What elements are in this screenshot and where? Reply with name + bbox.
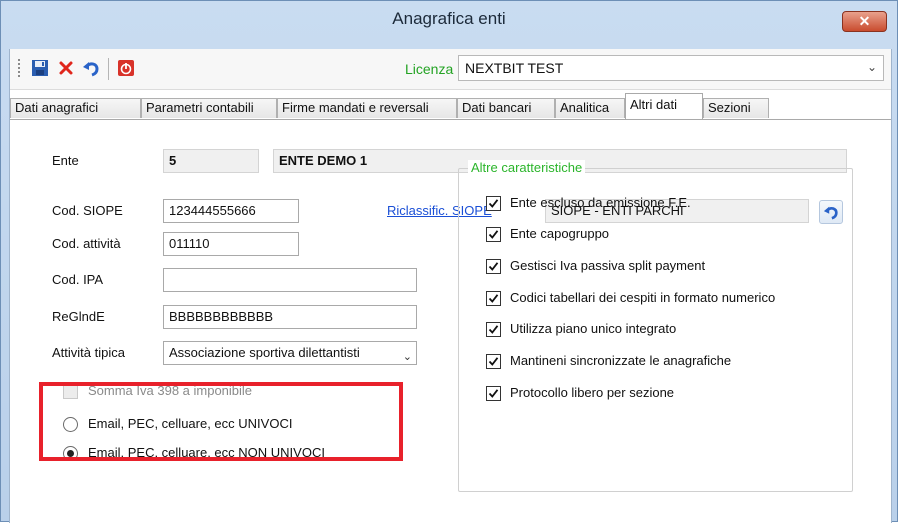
title-bar: Anagrafica enti ✕ <box>1 1 897 49</box>
checkbox-label-gestisci-iva-split[interactable]: Gestisci Iva passiva split payment <box>510 258 705 273</box>
toolbar: Licenza NEXTBIT TEST ⌄ <box>10 49 891 90</box>
checkmark-icon <box>488 230 499 239</box>
attivita-tipica-value: Associazione sportiva dilettantisti <box>169 345 360 360</box>
window-title: Anagrafica enti <box>392 9 506 28</box>
chevron-down-icon: ⌄ <box>866 60 877 74</box>
checkbox-sincronizzate-anagrafiche[interactable] <box>486 354 501 369</box>
window: Anagrafica enti ✕ Licenza NEXTBIT TEST ⌄ <box>0 0 898 523</box>
cod-siope-label: Cod. SIOPE <box>52 203 123 218</box>
checkmark-icon <box>488 199 499 208</box>
toolbar-separator <box>108 58 109 80</box>
altre-caratteristiche-title: Altre caratteristiche <box>468 160 586 175</box>
checkbox-gestisci-iva-split[interactable] <box>486 259 501 274</box>
checkbox-ente-capogruppo[interactable] <box>486 227 501 242</box>
save-icon[interactable] <box>30 58 50 78</box>
licenza-select[interactable]: NEXTBIT TEST ⌄ <box>458 55 884 81</box>
ente-code-field: 5 <box>163 149 259 173</box>
checkmark-icon <box>488 325 499 334</box>
highlight-box <box>39 382 403 461</box>
tab-altri-dati[interactable]: Altri dati <box>625 93 703 119</box>
cod-attivita-input[interactable]: 011110 <box>163 232 299 256</box>
checkmark-icon <box>488 389 499 398</box>
power-icon[interactable] <box>116 58 136 78</box>
tab-dati-anagrafici[interactable]: Dati anagrafici <box>10 98 141 118</box>
checkbox-protocollo-libero[interactable] <box>486 386 501 401</box>
checkbox-piano-unico-integrato[interactable] <box>486 322 501 337</box>
checkbox-ente-escluso-fe[interactable] <box>486 196 501 211</box>
cod-attivita-label: Cod. attività <box>52 236 121 251</box>
checkbox-label-piano-unico-integrato[interactable]: Utilizza piano unico integrato <box>510 321 676 336</box>
reglnde-label: ReGlndE <box>52 309 105 324</box>
checkmark-icon <box>488 357 499 366</box>
checkbox-label-codici-tabellari[interactable]: Codici tabellari dei cespiti in formato … <box>510 290 775 305</box>
undo-icon[interactable] <box>81 58 101 78</box>
checkbox-label-sincronizzate-anagrafiche[interactable]: Mantineni sincronizzate le anagrafiche <box>510 353 731 368</box>
toolbar-grip[interactable] <box>18 59 20 79</box>
checkbox-label-ente-escluso-fe[interactable]: Ente escluso da emissione F.E. <box>510 195 691 210</box>
reglnde-input[interactable]: BBBBBBBBBBBB <box>163 305 417 329</box>
licenza-value: NEXTBIT TEST <box>465 60 564 76</box>
delete-icon[interactable] <box>56 58 76 78</box>
attivita-tipica-select[interactable]: Associazione sportiva dilettantisti ⌄ <box>163 341 417 365</box>
cod-ipa-input[interactable] <box>163 268 417 292</box>
tab-parametri-contabili[interactable]: Parametri contabili <box>141 98 277 118</box>
checkbox-codici-tabellari[interactable] <box>486 291 501 306</box>
tab-firme-mandati[interactable]: Firme mandati e reversali <box>277 98 457 118</box>
tab-dati-bancari[interactable]: Dati bancari <box>457 98 555 118</box>
cod-ipa-label: Cod. IPA <box>52 272 104 287</box>
tab-strip: Dati anagrafici Parametri contabili Firm… <box>10 93 891 120</box>
chevron-down-icon: ⌄ <box>402 351 412 363</box>
close-button[interactable]: ✕ <box>842 11 887 32</box>
checkmark-icon <box>488 294 499 303</box>
checkbox-label-ente-capogruppo[interactable]: Ente capogruppo <box>510 226 609 241</box>
altri-dati-panel: Ente 5 ENTE DEMO 1 Cod. SIOPE 1234445556… <box>10 120 891 523</box>
licenza-label: Licenza <box>405 61 454 77</box>
cod-siope-input[interactable]: 123444555666 <box>163 199 299 223</box>
tab-analitica[interactable]: Analitica <box>555 98 625 118</box>
checkmark-icon <box>488 262 499 271</box>
attivita-tipica-label: Attività tipica <box>52 345 125 360</box>
client-area: Licenza NEXTBIT TEST ⌄ Dati anagrafici P… <box>9 49 892 523</box>
checkbox-label-protocollo-libero[interactable]: Protocollo libero per sezione <box>510 385 674 400</box>
ente-label: Ente <box>52 153 79 168</box>
tab-sezioni[interactable]: Sezioni <box>703 98 769 118</box>
